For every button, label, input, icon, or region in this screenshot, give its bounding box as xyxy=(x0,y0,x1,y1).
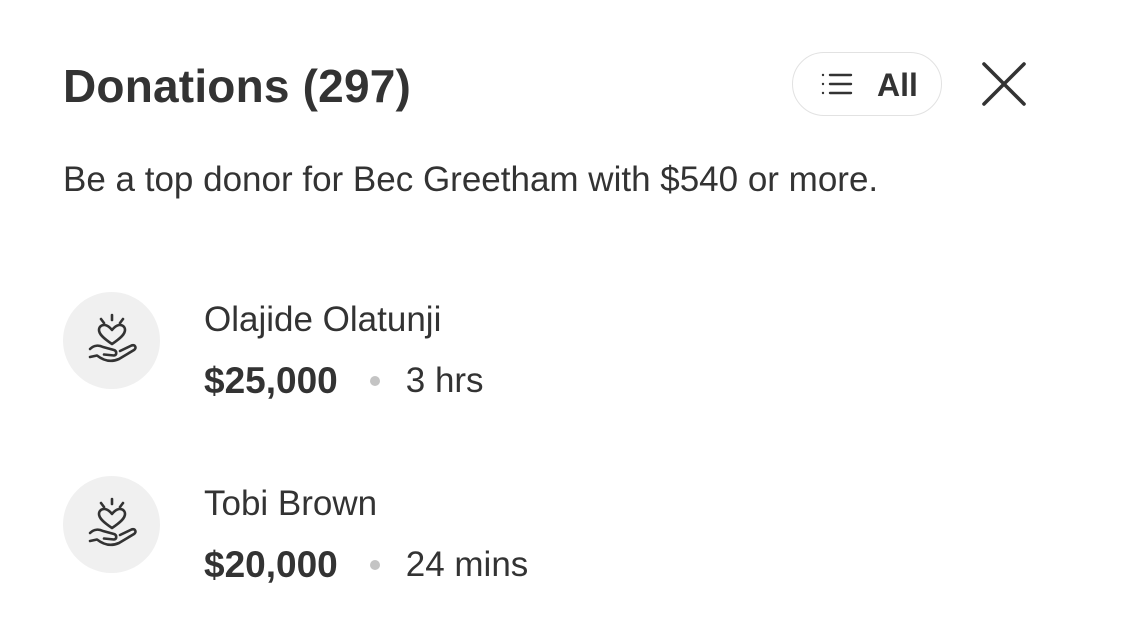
donor-name: Tobi Brown xyxy=(204,484,378,523)
close-button[interactable] xyxy=(980,60,1028,108)
donation-item: Tobi Brown $20,000 24 mins xyxy=(63,476,1063,586)
donation-amount: $20,000 xyxy=(204,544,338,585)
page-title: Donations (297) xyxy=(63,60,412,112)
donation-amount: $25,000 xyxy=(204,360,338,401)
donation-time: 3 hrs xyxy=(405,361,484,400)
donation-item: Olajide Olatunji $25,000 3 hrs xyxy=(63,292,1063,402)
list-icon xyxy=(821,73,853,95)
donor-avatar xyxy=(63,292,160,389)
filter-label: All xyxy=(877,67,918,103)
donation-meta: $25,000 3 hrs xyxy=(204,358,484,404)
separator-dot xyxy=(369,376,380,386)
filter-button[interactable]: All xyxy=(792,52,942,116)
donor-avatar xyxy=(63,476,160,573)
donation-meta: $20,000 24 mins xyxy=(204,542,528,588)
donor-name: Olajide Olatunji xyxy=(204,300,442,339)
close-icon xyxy=(980,62,1028,112)
heart-hand-icon xyxy=(88,497,137,546)
top-donor-message: Be a top donor for Bec Greetham with $54… xyxy=(63,160,879,199)
donation-time: 24 mins xyxy=(405,545,529,584)
heart-hand-icon xyxy=(88,313,137,362)
donations-panel: Donations (297) All Be a top donor for B… xyxy=(0,0,1125,632)
separator-dot xyxy=(369,560,380,570)
